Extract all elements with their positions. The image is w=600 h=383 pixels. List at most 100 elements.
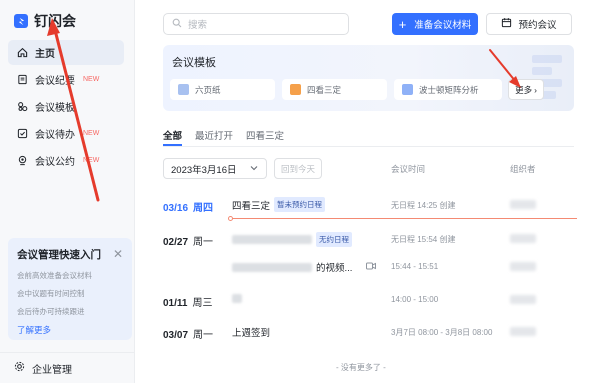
search-placeholder: 搜索 [188,20,208,31]
calendar-icon [501,17,512,31]
back-to-today-button[interactable]: 回到今天 [274,158,322,179]
sidebar-item-minutes[interactable]: 会议纪要 NEW [8,67,124,92]
home-icon [16,47,28,59]
quickstart-line: 会后待办可持续跟进 [17,307,85,316]
document-icon [178,84,189,95]
template-card[interactable]: 四看三定 [282,79,387,100]
tab-four-three[interactable]: 四看三定 [246,128,284,142]
prepare-materials-button[interactable]: + 准备会议材料 [392,13,478,35]
enterprise-management[interactable]: 企业管理 [0,352,134,383]
sidebar-item-label: 会议模板 [35,103,75,114]
date-picker[interactable]: 2023年3月16日 [163,158,267,179]
chevron-down-icon [250,163,258,174]
meeting-time: 无日程 15:54 创建 [391,235,456,244]
meeting-time: 14:00 - 15:00 [391,295,439,304]
weekday: 周四 [193,203,214,214]
organizer-blurred [510,295,536,304]
chart-icon [290,84,301,95]
sidebar-item-label: 会议纪要 [35,76,75,87]
sidebar-item-templates[interactable]: 会议模板 [8,94,124,119]
weekday: 周一 [193,330,214,341]
template-panel: 会议模板 六页纸 四看三定 波士顿矩阵分析 更多 › [163,45,574,111]
filter-tabs: 全部 最近打开 四看三定 [163,128,284,142]
schedule-tag: 无约日程 [316,232,352,247]
enterprise-management-label: 企业管理 [32,364,72,376]
matrix-icon [402,84,413,95]
meeting-title[interactable]: 无约日程 [232,232,352,247]
search-icon [172,18,182,31]
app-logo[interactable]: 钉闪会 [14,11,76,31]
todo-icon [16,128,28,140]
no-more-label: - 没有更多了 - [336,363,386,372]
book-meeting-button[interactable]: 预约会议 [486,13,572,35]
sidebar-item-label: 主页 [35,49,55,60]
divider [163,146,574,147]
meeting-title[interactable]: 四看三定 暂未预约日程 [232,197,326,212]
date: 02/27 [163,237,189,248]
template-label: 四看三定 [307,84,342,95]
row-date: 02/27 周一 [163,233,213,248]
blurred-title [232,262,312,272]
weekday: 周一 [193,237,214,248]
sidebar-item-label: 会议公约 [35,157,75,168]
meeting-time: 3月7日 08:00 - 3月8日 08:00 [391,328,493,337]
app-name: 钉闪会 [34,13,76,29]
sidebar-item-home[interactable]: 主页 [8,40,124,65]
plus-icon: + [398,16,407,32]
meeting-time: 无日程 14:25 创建 [391,201,456,210]
learn-more-link[interactable]: 了解更多 [17,324,123,336]
template-card[interactable]: 波士顿矩阵分析 [394,79,502,100]
template-card[interactable]: 六页纸 [170,79,275,100]
current-time-line [230,218,577,219]
template-panel-title: 会议模板 [172,57,216,69]
tab-all[interactable]: 全部 [163,128,182,142]
quickstart-line: 会前高效准备会议材料 [17,271,92,280]
sidebar-nav: 主页 会议纪要 NEW 会议模板 会议待办 NEW 会议公约 NEW [8,40,124,175]
new-badge: NEW [83,76,100,83]
blurred-title [232,235,312,244]
new-badge: NEW [83,157,100,164]
convention-icon [16,155,28,167]
quickstart-title: 会议管理快速入门 [17,249,101,261]
tab-recent[interactable]: 最近打开 [195,128,233,142]
meeting-title-text: 的视频... [316,263,353,274]
template-label: 六页纸 [195,84,221,95]
blurred-title [232,294,242,303]
prepare-materials-label: 准备会议材料 [414,20,472,31]
date-value: 2023年3月16日 [171,164,237,176]
quickstart-card: 会议管理快速入门 ✕ 会前高效准备会议材料 会中议题有时间控制 会后待办可持续跟… [8,238,132,340]
meeting-title[interactable] [232,294,242,303]
meeting-title[interactable]: 的视频... [232,260,377,274]
quickstart-line: 会中议题有时间控制 [17,289,85,298]
weekday: 周三 [192,298,213,309]
meeting-title-text: 上週签到 [232,328,271,339]
column-header-time: 会议时间 [391,164,426,174]
close-icon[interactable]: ✕ [113,247,123,261]
template-label: 波士顿矩阵分析 [419,84,479,95]
organizer-blurred [510,200,536,209]
new-badge: NEW [83,130,100,137]
gear-icon [14,361,25,375]
search-input[interactable]: 搜索 [163,13,349,35]
row-date: 03/16 周四 [163,199,213,214]
date: 01/11 [163,298,188,309]
organizer-blurred [510,262,536,271]
current-time-dot [228,216,233,221]
book-meeting-label: 预约会议 [518,20,557,31]
column-header-organizer: 组织者 [510,164,536,174]
minutes-icon [16,74,28,86]
meeting-title-text: 四看三定 [232,200,271,212]
row-date: 01/11 周三 [163,294,212,309]
meeting-time: 15:44 - 15:51 [391,262,439,271]
more-templates-button[interactable]: 更多 › [508,79,544,100]
sidebar-item-todo[interactable]: 会议待办 NEW [8,121,124,146]
sidebar-item-label: 会议待办 [35,130,75,141]
chevron-right-icon: › [534,84,537,95]
sidebar-item-convention[interactable]: 会议公约 NEW [8,148,124,173]
organizer-blurred [510,327,536,336]
date: 03/07 [163,330,189,341]
meeting-title[interactable]: 上週签到 [232,325,270,339]
date: 03/16 [163,203,189,214]
organizer-blurred [510,234,536,243]
row-date: 03/07 周一 [163,326,213,341]
